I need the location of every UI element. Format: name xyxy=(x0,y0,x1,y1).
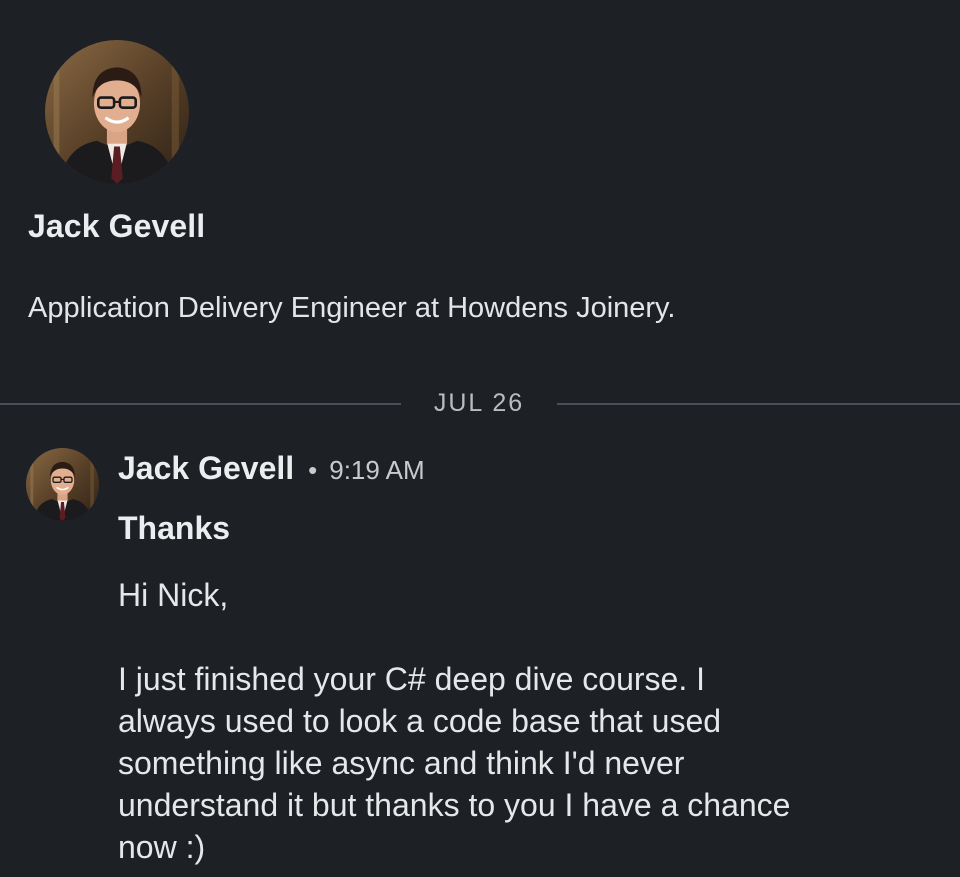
avatar-photo-icon xyxy=(45,40,189,184)
message-subject: Thanks xyxy=(118,510,231,546)
date-divider-left xyxy=(0,403,401,405)
profile-headline: Application Delivery Engineer at Howdens… xyxy=(28,292,676,324)
date-divider-right xyxy=(557,403,960,405)
date-divider-label: JUL 26 xyxy=(433,389,525,417)
message-body: Hi Nick, I just finished your C# deep di… xyxy=(118,574,938,868)
message-line: understand it but thanks to you I have a… xyxy=(118,787,791,823)
message-sender-name[interactable]: Jack Gevell xyxy=(118,450,294,487)
profile-avatar[interactable] xyxy=(45,40,189,184)
message-line: something like async and think I'd never xyxy=(118,745,685,781)
message-timestamp: 9:19 AM xyxy=(329,455,425,485)
separator-dot: • xyxy=(308,455,318,485)
message-header: Jack Gevell • 9:19 AM xyxy=(118,450,425,487)
message-greeting: Hi Nick, xyxy=(118,577,229,613)
message-line: always used to look a code base that use… xyxy=(118,703,722,739)
message-line: now :) xyxy=(118,829,206,865)
profile-name[interactable]: Jack Gevell xyxy=(28,208,205,245)
message-paragraph: I just finished your C# deep dive course… xyxy=(118,658,938,868)
message-line: I just finished your C# deep dive course… xyxy=(118,661,705,697)
message-avatar[interactable] xyxy=(26,448,99,521)
avatar-photo-icon xyxy=(26,448,99,521)
